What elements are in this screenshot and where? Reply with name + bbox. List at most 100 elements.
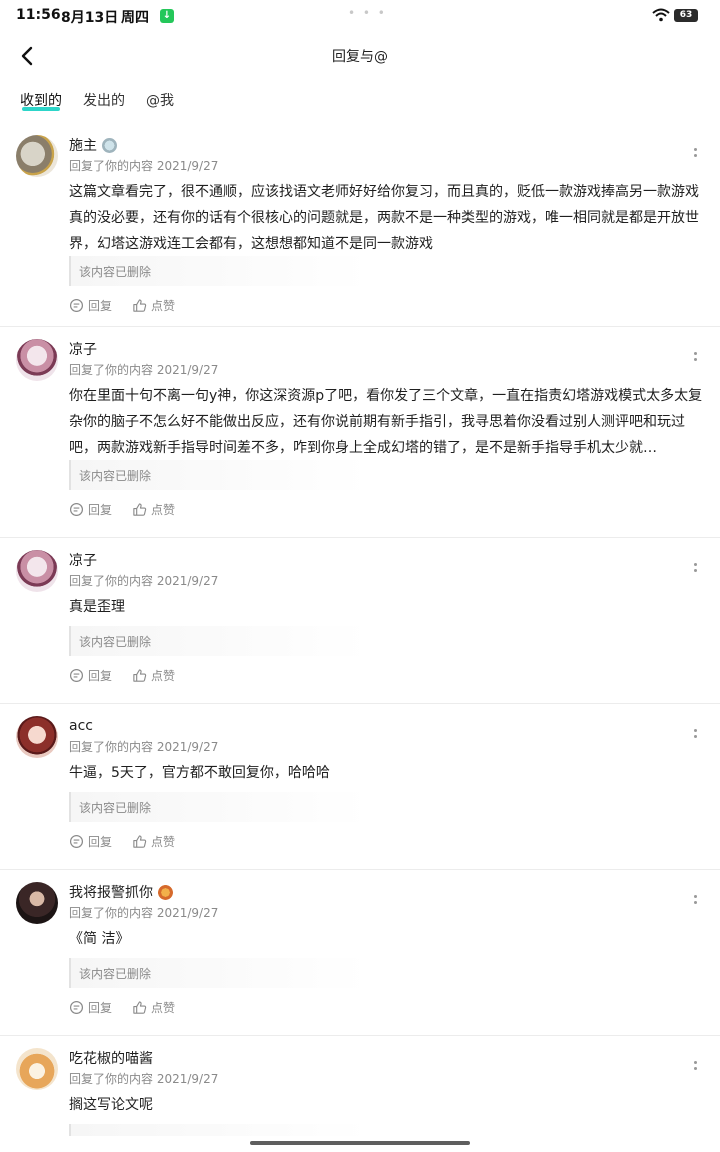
quoted-content-text: 该内容已删除 [79, 469, 152, 483]
like-button[interactable]: 点赞 [132, 667, 175, 684]
page-title: 回复与@ [332, 49, 388, 65]
user-name[interactable]: 施主 [69, 135, 97, 155]
thumbs-up-icon [133, 503, 147, 516]
header: 回复与@ [0, 38, 720, 74]
reply-meta: 回复了你的内容 2021/9/27 [69, 906, 219, 920]
comment-icon [69, 668, 84, 683]
avatar[interactable] [16, 339, 58, 381]
quoted-content[interactable]: 该内容已删除 [69, 626, 369, 656]
user-name-row: acc [69, 716, 93, 736]
user-name[interactable]: 凉子 [69, 339, 97, 359]
reply-content[interactable]: 《简 洁》 [69, 926, 709, 952]
comment-icon [69, 834, 84, 849]
quoted-content-text: 该内容已删除 [79, 265, 152, 279]
list-item: 吃花椒的喵酱 回复了你的内容 2021/9/27 搁这写论文呢 [0, 1036, 720, 1152]
reply-label: 回复 [88, 835, 113, 849]
user-name[interactable]: 我将报警抓你 [69, 882, 153, 902]
avatar[interactable] [16, 1048, 58, 1090]
like-label: 点赞 [151, 299, 176, 313]
reply-button[interactable]: 回复 [69, 999, 112, 1016]
download-icon: ↓ [160, 9, 174, 23]
reply-label: 回复 [88, 299, 113, 313]
user-name[interactable]: 凉子 [69, 550, 97, 570]
user-badge-icon [158, 884, 173, 900]
quoted-content[interactable]: 该内容已删除 [69, 958, 369, 988]
avatar[interactable] [16, 135, 58, 177]
tab-mentions[interactable]: @我 [146, 90, 174, 110]
home-indicator[interactable] [250, 1141, 470, 1145]
avatar[interactable] [16, 550, 58, 592]
quoted-content[interactable] [69, 1124, 369, 1136]
quoted-content-text: 该内容已删除 [79, 967, 152, 981]
quoted-content-text: 该内容已删除 [79, 635, 152, 649]
quoted-content[interactable]: 该内容已删除 [69, 792, 369, 822]
tab-received[interactable]: 收到的 [20, 90, 62, 111]
more-options-icon[interactable] [688, 349, 702, 367]
reply-meta: 回复了你的内容 2021/9/27 [69, 1072, 219, 1086]
reply-list: 施主 回复了你的内容 2021/9/27 这篇文章看完了，很不通顺，应该找语文老… [0, 123, 720, 1152]
multitask-dots-icon: • • • [348, 6, 387, 20]
like-label: 点赞 [151, 1001, 176, 1015]
more-options-icon[interactable] [688, 892, 702, 910]
more-options-icon[interactable] [688, 726, 702, 744]
more-options-icon[interactable] [688, 1058, 702, 1076]
like-button[interactable]: 点赞 [132, 297, 175, 314]
reply-content[interactable]: 搁这写论文呢 [69, 1092, 709, 1118]
like-label: 点赞 [151, 669, 176, 683]
reply-meta: 回复了你的内容 2021/9/27 [69, 159, 219, 173]
tab-sent[interactable]: 发出的 [83, 90, 125, 110]
like-button[interactable]: 点赞 [132, 501, 175, 518]
comment-icon [69, 1000, 84, 1015]
reply-content[interactable]: 这篇文章看完了，很不通顺，应该找语文老师好好给你复习，而且真的，贬低一款游戏捧高… [69, 179, 709, 257]
reply-button[interactable]: 回复 [69, 501, 112, 518]
reply-button[interactable]: 回复 [69, 297, 112, 314]
thumbs-up-icon [133, 299, 147, 312]
thumbs-up-icon [133, 835, 147, 848]
status-weekday: 周四 [121, 10, 149, 26]
reply-label: 回复 [88, 1001, 113, 1015]
battery-indicator: 63 [674, 9, 698, 22]
comment-icon [69, 298, 84, 313]
tab-sent-label: 发出的 [83, 93, 125, 109]
comment-icon [69, 502, 84, 517]
status-time: 11:56 [16, 7, 61, 23]
tab-mentions-label: @我 [146, 93, 174, 109]
like-button[interactable]: 点赞 [132, 999, 175, 1016]
user-name[interactable]: 吃花椒的喵酱 [69, 1048, 153, 1068]
reply-button[interactable]: 回复 [69, 667, 112, 684]
thumbs-up-icon [133, 1001, 147, 1014]
like-button[interactable]: 点赞 [132, 833, 175, 850]
reply-content[interactable]: 真是歪理 [69, 594, 709, 620]
reply-button[interactable]: 回复 [69, 833, 112, 850]
list-item: 施主 回复了你的内容 2021/9/27 这篇文章看完了，很不通顺，应该找语文老… [0, 123, 720, 327]
avatar[interactable] [16, 716, 58, 758]
more-options-icon[interactable] [688, 145, 702, 163]
list-item: 我将报警抓你 回复了你的内容 2021/9/27 《简 洁》 该内容已删除 回复… [0, 870, 720, 1036]
like-label: 点赞 [151, 503, 176, 517]
quoted-content[interactable]: 该内容已删除 [69, 460, 369, 490]
user-badge-icon [102, 137, 117, 153]
status-bar: 11:56 8月13日 周四 ↓ • • • 63 [0, 0, 720, 32]
list-item: 凉子 回复了你的内容 2021/9/27 你在里面十句不离一句y神，你这深资源p… [0, 327, 720, 538]
quoted-content[interactable]: 该内容已删除 [69, 256, 369, 286]
reply-content[interactable]: 你在里面十句不离一句y神，你这深资源p了吧，看你发了三个文章，一直在指责幻塔游戏… [69, 383, 709, 461]
reply-content[interactable]: 牛逼，5天了，官方都不敢回复你，哈哈哈 [69, 760, 709, 786]
user-name-row: 我将报警抓你 [69, 882, 173, 902]
reply-label: 回复 [88, 503, 113, 517]
list-item: 凉子 回复了你的内容 2021/9/27 真是歪理 该内容已删除 回复 点赞 [0, 538, 720, 704]
wifi-icon [652, 8, 670, 22]
user-name-row: 凉子 [69, 339, 97, 359]
like-label: 点赞 [151, 835, 176, 849]
user-name-row: 吃花椒的喵酱 [69, 1048, 153, 1068]
user-name[interactable]: acc [69, 718, 93, 734]
avatar[interactable] [16, 882, 58, 924]
user-name-row: 施主 [69, 135, 117, 155]
quoted-content-text: 该内容已删除 [79, 801, 152, 815]
reply-meta: 回复了你的内容 2021/9/27 [69, 363, 219, 377]
reply-meta: 回复了你的内容 2021/9/27 [69, 574, 219, 588]
thumbs-up-icon [133, 669, 147, 682]
status-date: 8月13日 [61, 10, 119, 26]
list-item: acc 回复了你的内容 2021/9/27 牛逼，5天了，官方都不敢回复你，哈哈… [0, 704, 720, 870]
more-options-icon[interactable] [688, 560, 702, 578]
reply-label: 回复 [88, 669, 113, 683]
